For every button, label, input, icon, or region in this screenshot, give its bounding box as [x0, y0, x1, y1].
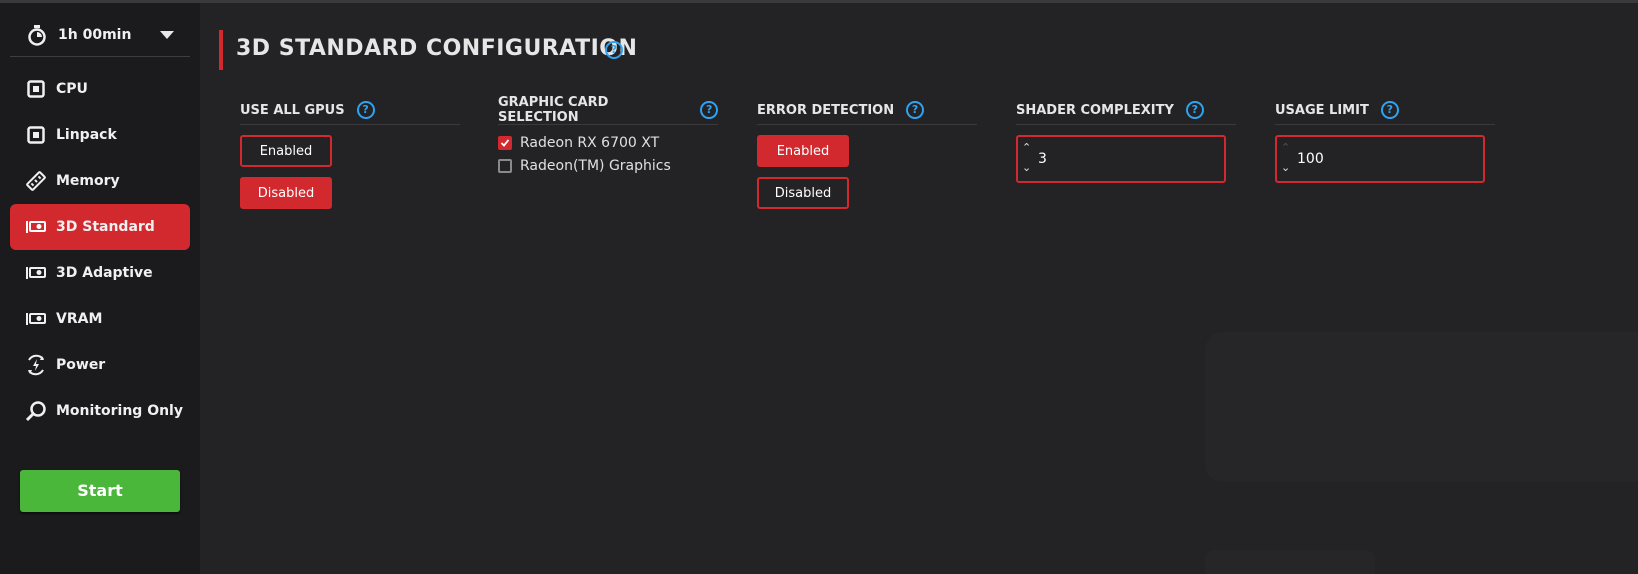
- chevron-down-icon[interactable]: [160, 31, 174, 39]
- sidebar-item-memory[interactable]: Memory: [10, 158, 190, 204]
- section-title: ERROR DETECTION: [757, 102, 895, 118]
- sidebar-item-3d-adaptive[interactable]: 3D Adaptive: [10, 250, 190, 296]
- gpu-checkbox-row[interactable]: Radeon RX 6700 XT: [498, 133, 659, 153]
- section-header: USE ALL GPUS ?: [240, 96, 460, 125]
- chevron-up-icon[interactable]: ⌃: [1281, 142, 1290, 153]
- chevron-up-icon[interactable]: ⌃: [1022, 142, 1031, 153]
- section-error-detection: ERROR DETECTION ? Enabled Disabled: [757, 96, 977, 209]
- help-icon[interactable]: ?: [1185, 101, 1204, 119]
- sidebar-item-label: 3D Adaptive: [56, 265, 153, 281]
- background-panel: [1205, 332, 1638, 482]
- usage-limit-input[interactable]: ⌃ ⌄ 100: [1275, 135, 1485, 183]
- duration-selector[interactable]: 1h 00min: [10, 13, 190, 57]
- help-icon[interactable]: ?: [605, 41, 623, 59]
- chevron-down-icon[interactable]: ⌄: [1281, 162, 1290, 173]
- disabled-button[interactable]: Disabled: [757, 177, 849, 209]
- start-button[interactable]: Start: [20, 470, 180, 512]
- section-header: GRAPHIC CARD SELECTION ?: [498, 95, 718, 125]
- section-title: USAGE LIMIT: [1275, 102, 1369, 118]
- sidebar-item-label: 3D Standard: [56, 219, 155, 235]
- magnifier-icon: [25, 400, 47, 422]
- help-icon[interactable]: ?: [1380, 101, 1399, 119]
- sidebar-item-3d-standard[interactable]: 3D Standard: [10, 204, 190, 250]
- section-use-all-gpus: USE ALL GPUS ? Enabled Disabled: [240, 96, 460, 209]
- power-icon: [25, 354, 47, 376]
- gpu-label: Radeon(TM) Graphics: [520, 158, 671, 174]
- section-shader-complexity: SHADER COMPLEXITY ? ⌃ ⌄ 3: [1016, 96, 1236, 183]
- help-icon[interactable]: ?: [700, 101, 718, 119]
- checkbox-unchecked[interactable]: [498, 159, 512, 173]
- section-header: USAGE LIMIT ?: [1275, 96, 1495, 125]
- disabled-button[interactable]: Disabled: [240, 177, 332, 209]
- page-title: 3D STANDARD CONFIGURATION: [236, 36, 638, 61]
- section-title: GRAPHIC CARD SELECTION: [498, 95, 609, 125]
- gpu-icon: [25, 262, 47, 284]
- stopwatch-icon: [28, 24, 46, 46]
- section-graphic-card-selection: GRAPHIC CARD SELECTION ? Radeon RX 6700 …: [498, 95, 718, 174]
- cpu-icon: [25, 78, 47, 100]
- help-icon[interactable]: ?: [906, 101, 925, 119]
- shader-complexity-input[interactable]: ⌃ ⌄ 3: [1016, 135, 1226, 183]
- sidebar-item-label: Power: [56, 357, 106, 373]
- gpu-checkbox-row[interactable]: Radeon(TM) Graphics: [498, 156, 671, 176]
- duration-label: 1h 00min: [58, 26, 132, 43]
- gpu-label: Radeon RX 6700 XT: [520, 135, 660, 151]
- shader-complexity-value: 3: [1038, 151, 1047, 167]
- gpu-icon: [25, 308, 47, 330]
- usage-limit-value: 100: [1297, 151, 1324, 167]
- sidebar-item-vram[interactable]: VRAM: [10, 296, 190, 342]
- sidebar-item-cpu[interactable]: CPU: [10, 66, 190, 112]
- section-usage-limit: USAGE LIMIT ? ⌃ ⌄ 100: [1275, 96, 1495, 183]
- section-header: SHADER COMPLEXITY ?: [1016, 96, 1236, 125]
- section-title: USE ALL GPUS: [240, 102, 345, 118]
- background-panel: [1205, 550, 1375, 574]
- sidebar-item-linpack[interactable]: Linpack: [10, 112, 190, 158]
- memory-icon: [25, 170, 47, 192]
- window-top-border: [0, 0, 1638, 3]
- sidebar-item-label: Linpack: [56, 127, 117, 143]
- section-header: ERROR DETECTION ?: [757, 96, 977, 125]
- title-accent-bar: [219, 30, 223, 70]
- checkbox-checked[interactable]: [498, 136, 512, 150]
- sidebar-item-power[interactable]: Power: [10, 342, 190, 388]
- sidebar-item-label: Memory: [56, 173, 120, 189]
- sidebar: 1h 00min CPU Linpack Memory 3D Standard …: [0, 3, 200, 574]
- section-title: SHADER COMPLEXITY: [1016, 102, 1174, 118]
- sidebar-item-monitoring-only[interactable]: Monitoring Only: [10, 388, 190, 434]
- sidebar-item-label: VRAM: [56, 311, 103, 327]
- help-icon[interactable]: ?: [356, 101, 375, 119]
- gpu-icon: [25, 216, 47, 238]
- enabled-button[interactable]: Enabled: [240, 135, 332, 167]
- sidebar-item-label: Monitoring Only: [56, 403, 183, 419]
- sidebar-item-label: CPU: [56, 81, 88, 97]
- linpack-icon: [25, 124, 47, 146]
- chevron-down-icon[interactable]: ⌄: [1022, 162, 1031, 173]
- enabled-button[interactable]: Enabled: [757, 135, 849, 167]
